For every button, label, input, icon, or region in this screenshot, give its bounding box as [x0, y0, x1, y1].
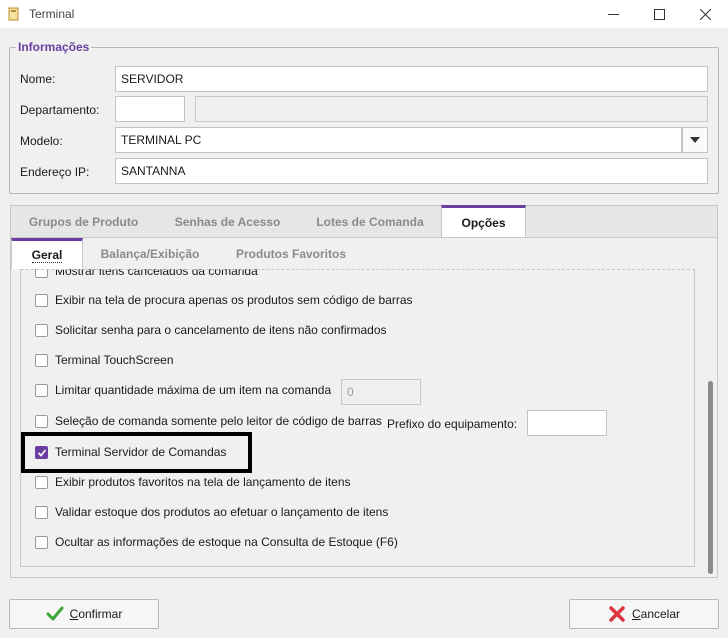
option-label: Seleção de comanda somente pelo leitor d…: [55, 414, 382, 428]
modelo-dropdown-button[interactable]: [682, 127, 708, 153]
chevron-down-icon: [690, 137, 700, 143]
options-list: Mostrar itens cancelados da comanda Exib…: [20, 269, 695, 567]
sem-codigo-barras-checkbox[interactable]: [35, 294, 48, 307]
checkmark-icon: [46, 606, 64, 621]
maximize-button[interactable]: [636, 0, 682, 28]
terminal-app-icon: [8, 7, 19, 21]
info-group-title: Informações: [16, 40, 92, 54]
tab-grupos-produto[interactable]: Grupos de Produto: [11, 205, 156, 238]
confirm-button[interactable]: Confirmar: [9, 599, 159, 629]
cancel-button[interactable]: Cancelar: [569, 599, 719, 629]
option-label: Exibir na tela de procura apenas os prod…: [55, 293, 413, 307]
mostrar-cancelados-checkbox[interactable]: [35, 269, 48, 278]
leitor-codigo-barras-checkbox[interactable]: [35, 415, 48, 428]
ocultar-estoque-checkbox[interactable]: [35, 536, 48, 549]
option-row[interactable]: Validar estoque dos produtos ao efetuar …: [21, 503, 694, 523]
highlight-box: [21, 432, 252, 473]
option-label: Limitar quantidade máxima de um item na …: [55, 383, 332, 397]
confirm-mnemonic: C: [69, 607, 79, 621]
produtos-favoritos-checkbox[interactable]: [35, 476, 48, 489]
subtab-balanca-exibicao[interactable]: Balança/Exibição: [90, 238, 210, 269]
list-top-divider: [21, 269, 695, 270]
option-label: Validar estoque dos produtos ao efetuar …: [55, 505, 389, 519]
limitar-quantidade-checkbox[interactable]: [35, 384, 48, 397]
option-label: Mostrar itens cancelados da comanda: [55, 269, 258, 278]
close-icon: [699, 8, 711, 20]
option-row[interactable]: Terminal TouchScreen: [21, 351, 694, 371]
option-row[interactable]: Solicitar senha para o cancelamento de i…: [21, 321, 694, 341]
minimize-icon: [607, 13, 619, 15]
ip-input[interactable]: SANTANNA: [115, 158, 708, 184]
option-label: Terminal TouchScreen: [55, 353, 174, 367]
tab-opcoes[interactable]: Opções: [441, 205, 526, 238]
prefixo-input[interactable]: [527, 410, 607, 436]
departamento-label: Departamento:: [20, 103, 100, 117]
window-title: Terminal: [29, 7, 75, 21]
senha-cancelamento-checkbox[interactable]: [35, 324, 48, 337]
modelo-select[interactable]: TERMINAL PC: [115, 127, 682, 153]
option-label: Exibir produtos favoritos na tela de lan…: [55, 475, 351, 489]
validar-estoque-checkbox[interactable]: [35, 506, 48, 519]
departamento-name-field: [195, 96, 708, 122]
option-row[interactable]: Exibir na tela de procura apenas os prod…: [21, 291, 694, 311]
cancel-mnemonic: C: [631, 607, 641, 621]
cross-icon: [609, 606, 625, 622]
ip-label: Endereço IP:: [20, 165, 90, 179]
option-label: Solicitar senha para o cancelamento de i…: [55, 323, 387, 337]
option-row[interactable]: Mostrar itens cancelados da comanda: [21, 269, 694, 281]
prefixo-label: Prefixo do equipamento:: [387, 417, 518, 431]
modelo-label: Modelo:: [20, 134, 63, 148]
scrollbar-thumb[interactable]: [708, 381, 713, 574]
title-bar: Terminal: [0, 0, 728, 28]
subtab-geral-label: Geral: [31, 247, 63, 263]
subtab-produtos-favoritos[interactable]: Produtos Favoritos: [222, 238, 360, 269]
touchscreen-checkbox[interactable]: [35, 354, 48, 367]
nome-input[interactable]: SERVIDOR: [115, 66, 708, 92]
tab-senhas-acesso[interactable]: Senhas de Acesso: [160, 205, 295, 238]
departamento-code-input[interactable]: [115, 96, 185, 122]
limite-quantidade-input[interactable]: 0: [341, 379, 421, 405]
option-label: Ocultar as informações de estoque na Con…: [55, 535, 398, 549]
cancel-label: ancelar: [640, 607, 681, 621]
option-row[interactable]: Ocultar as informações de estoque na Con…: [21, 533, 694, 553]
confirm-label: onfirmar: [78, 607, 123, 621]
nome-label: Nome:: [20, 72, 56, 86]
close-button[interactable]: [682, 0, 728, 28]
minimize-button[interactable]: [590, 0, 636, 28]
tab-lotes-comanda[interactable]: Lotes de Comanda: [299, 205, 441, 238]
subtab-geral[interactable]: Geral: [11, 238, 83, 269]
maximize-icon: [653, 8, 665, 20]
option-row[interactable]: Exibir produtos favoritos na tela de lan…: [21, 473, 694, 493]
